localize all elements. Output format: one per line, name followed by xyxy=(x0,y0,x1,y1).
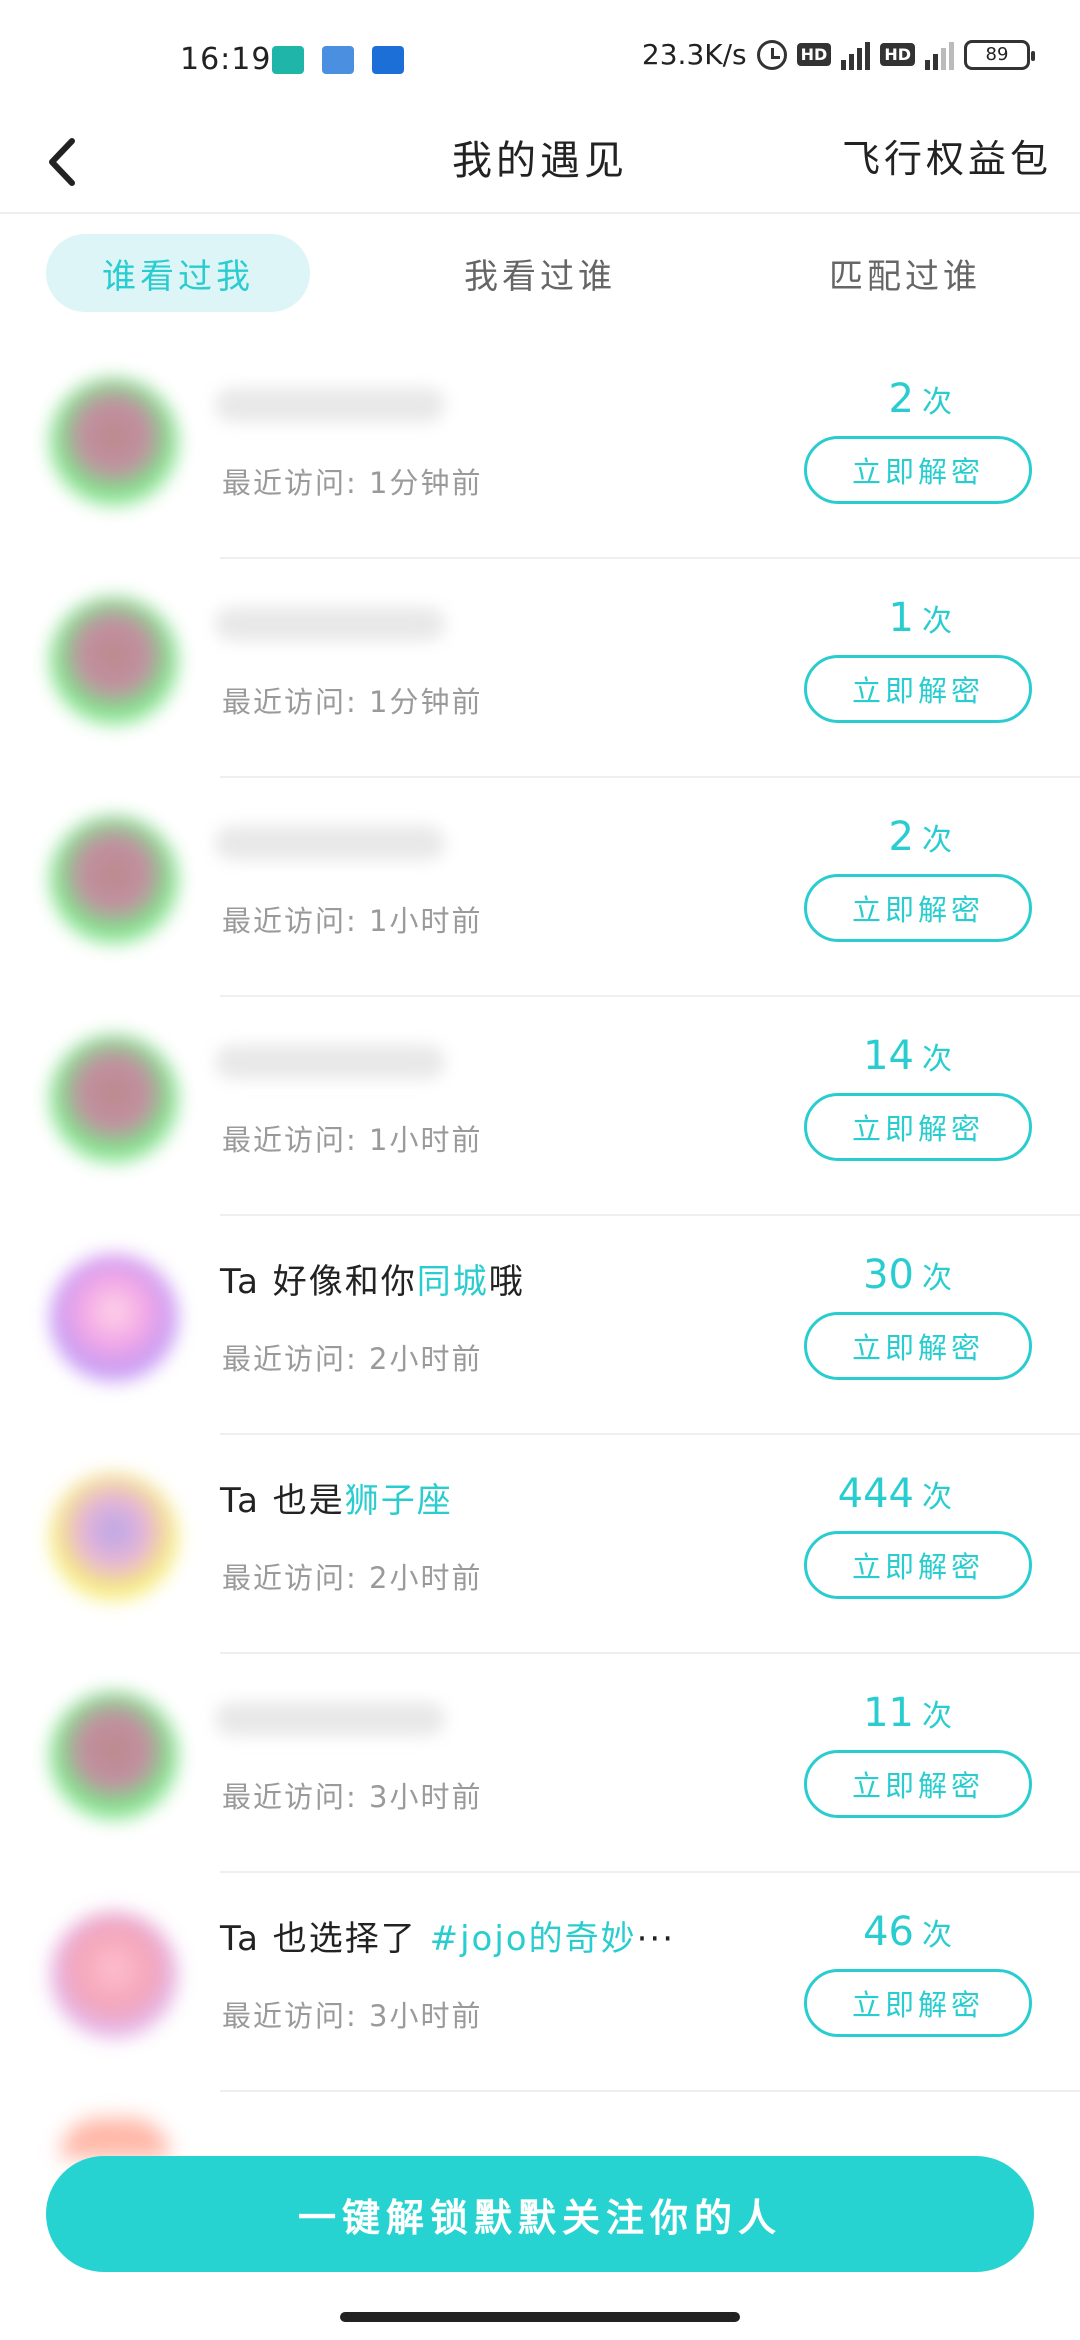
visit-count-number: 444 xyxy=(837,1471,914,1517)
list-item[interactable]: Ta 好像和你同城哦最近访问: 2小时前 30 次立即解密 xyxy=(0,1216,1080,1435)
list-item[interactable]: 最近访问: 1分钟前 2 次立即解密 xyxy=(0,340,1080,559)
visit-count-unit: 次 xyxy=(922,1042,952,1077)
visit-count-number: 2 xyxy=(888,376,914,422)
hint-prefix: Ta 好像和你 xyxy=(220,1262,417,1302)
blurred-nickname xyxy=(215,826,445,860)
flight-benefits-link[interactable]: 飞行权益包 xyxy=(842,128,1052,183)
list-item[interactable]: 最近访问: 1分钟前 1 次立即解密 xyxy=(0,559,1080,778)
hd-icon-2: HD xyxy=(880,43,915,66)
list-item[interactable]: Ta 也是狮子座最近访问: 2小时前 444 次立即解密 xyxy=(0,1435,1080,1654)
visit-count: 14 次 xyxy=(863,1033,952,1079)
avatar xyxy=(60,2118,170,2158)
visit-count: 1次 xyxy=(889,595,952,641)
avatar xyxy=(50,378,178,506)
map-app-icon xyxy=(322,46,354,74)
visit-count-number: 1 xyxy=(888,595,914,641)
visit-count-unit: 次 xyxy=(922,1480,952,1515)
visit-count-unit: 次 xyxy=(922,604,952,639)
battery-icon: 89 xyxy=(964,39,1035,70)
signal-4g-icon xyxy=(841,40,871,70)
blurred-nickname xyxy=(215,607,445,641)
hint-highlight: #jojo的奇妙 xyxy=(429,1919,637,1959)
last-visit-time: 最近访问: 1分钟前 xyxy=(222,685,483,719)
hd-icon: HD xyxy=(796,43,832,66)
notes-app-icon xyxy=(272,46,304,74)
tab-bar: 谁看过我 我看过谁 匹配过谁 xyxy=(0,234,1080,314)
visit-count-unit: 次 xyxy=(922,1918,952,1953)
unlock-button[interactable]: 立即解密 xyxy=(804,1093,1032,1161)
visit-count: 444 次 xyxy=(838,1471,952,1517)
unlock-button[interactable]: 立即解密 xyxy=(804,1969,1032,2037)
battery-level: 89 xyxy=(985,44,1009,65)
avatar xyxy=(50,1473,178,1601)
tab-who-viewed-me[interactable]: 谁看过我 xyxy=(46,234,310,312)
status-time: 16:19 xyxy=(180,42,272,77)
hint-highlight: 同城 xyxy=(416,1262,489,1302)
list-item[interactable]: 最近访问: 1小时前 14 次立即解密 xyxy=(0,997,1080,1216)
visit-count: 2次 xyxy=(889,814,952,860)
alarm-icon xyxy=(756,39,787,70)
last-visit-time: 最近访问: 1小时前 xyxy=(222,1123,483,1157)
visitor-hint: Ta 也是狮子座 xyxy=(220,1473,453,1522)
unlock-button[interactable]: 立即解密 xyxy=(804,1531,1032,1599)
visit-count: 46 次 xyxy=(863,1909,952,1955)
list-item[interactable]: 最近访问: 1小时前 2 次立即解密 xyxy=(0,778,1080,997)
divider xyxy=(220,2090,1080,2092)
avatar xyxy=(50,1035,178,1163)
visit-count-unit: 次 xyxy=(922,385,952,420)
visit-count: 11 次 xyxy=(863,1690,952,1736)
last-visit-time: 最近访问: 1分钟前 xyxy=(222,466,483,500)
last-visit-time: 最近访问: 2小时前 xyxy=(222,1342,483,1376)
status-bar: 16:19 23.3K/s HD HD 89 xyxy=(0,0,1080,110)
avatar xyxy=(50,597,178,725)
calendar-app-icon xyxy=(372,46,404,74)
visit-count-number: 46 xyxy=(863,1909,914,1955)
list-item[interactable]: 最近访问: 3小时前 11 次立即解密 xyxy=(0,1654,1080,1873)
last-visit-time: 最近访问: 3小时前 xyxy=(222,1999,483,2033)
avatar xyxy=(50,1254,178,1382)
unlock-all-button[interactable]: 一键解锁默默关注你的人 xyxy=(46,2156,1034,2272)
visit-count-number: 2 xyxy=(888,814,914,860)
blurred-nickname xyxy=(215,388,445,422)
avatar xyxy=(50,1692,178,1820)
visit-count-unit: 次 xyxy=(922,823,952,858)
hint-suffix: ··· xyxy=(636,1919,676,1959)
tab-who-i-viewed[interactable]: 我看过谁 xyxy=(420,234,660,312)
visit-count: 30 次 xyxy=(863,1252,952,1298)
hint-prefix: Ta 也是 xyxy=(220,1481,345,1521)
hint-suffix: 哦 xyxy=(488,1262,525,1302)
signal-5g-icon xyxy=(925,40,954,70)
last-visit-time: 最近访问: 2小时前 xyxy=(222,1561,483,1595)
unlock-button[interactable]: 立即解密 xyxy=(804,874,1032,942)
visitor-hint: Ta 好像和你同城哦 xyxy=(220,1254,525,1303)
hint-highlight: 狮子座 xyxy=(344,1481,453,1521)
blurred-nickname xyxy=(215,1045,445,1079)
unlock-button[interactable]: 立即解密 xyxy=(804,655,1032,723)
unlock-button[interactable]: 立即解密 xyxy=(804,1750,1032,1818)
visit-count: 2次 xyxy=(889,376,952,422)
visit-count-number: 30 xyxy=(863,1252,914,1298)
unlock-button[interactable]: 立即解密 xyxy=(804,1312,1032,1380)
last-visit-time: 最近访问: 1小时前 xyxy=(222,904,483,938)
visitor-list: 最近访问: 1分钟前 2 次立即解密 最近访问: 1分钟前 1 次立即解密 最近访问: 1小… xyxy=(0,340,1080,2092)
visit-count-number: 14 xyxy=(863,1033,914,1079)
nav-header: 我的遇见 飞行权益包 xyxy=(0,110,1080,214)
visit-count-unit: 次 xyxy=(922,1699,952,1734)
visitor-hint: Ta 也选择了 #jojo的奇妙··· xyxy=(220,1911,675,1960)
visit-count-number: 11 xyxy=(863,1690,914,1736)
tab-who-matched[interactable]: 匹配过谁 xyxy=(780,234,1030,312)
blurred-nickname xyxy=(215,1702,445,1736)
network-speed: 23.3K/s xyxy=(641,38,747,71)
avatar xyxy=(50,816,178,944)
unlock-button[interactable]: 立即解密 xyxy=(804,436,1032,504)
avatar xyxy=(50,1911,178,2039)
visit-count-unit: 次 xyxy=(922,1261,952,1296)
last-visit-time: 最近访问: 3小时前 xyxy=(222,1780,483,1814)
home-indicator[interactable] xyxy=(340,2312,740,2322)
hint-prefix: Ta 也选择了 xyxy=(220,1919,430,1959)
list-item[interactable]: Ta 也选择了 #jojo的奇妙··· 最近访问: 3小时前 46 次立即解密 xyxy=(0,1873,1080,2092)
